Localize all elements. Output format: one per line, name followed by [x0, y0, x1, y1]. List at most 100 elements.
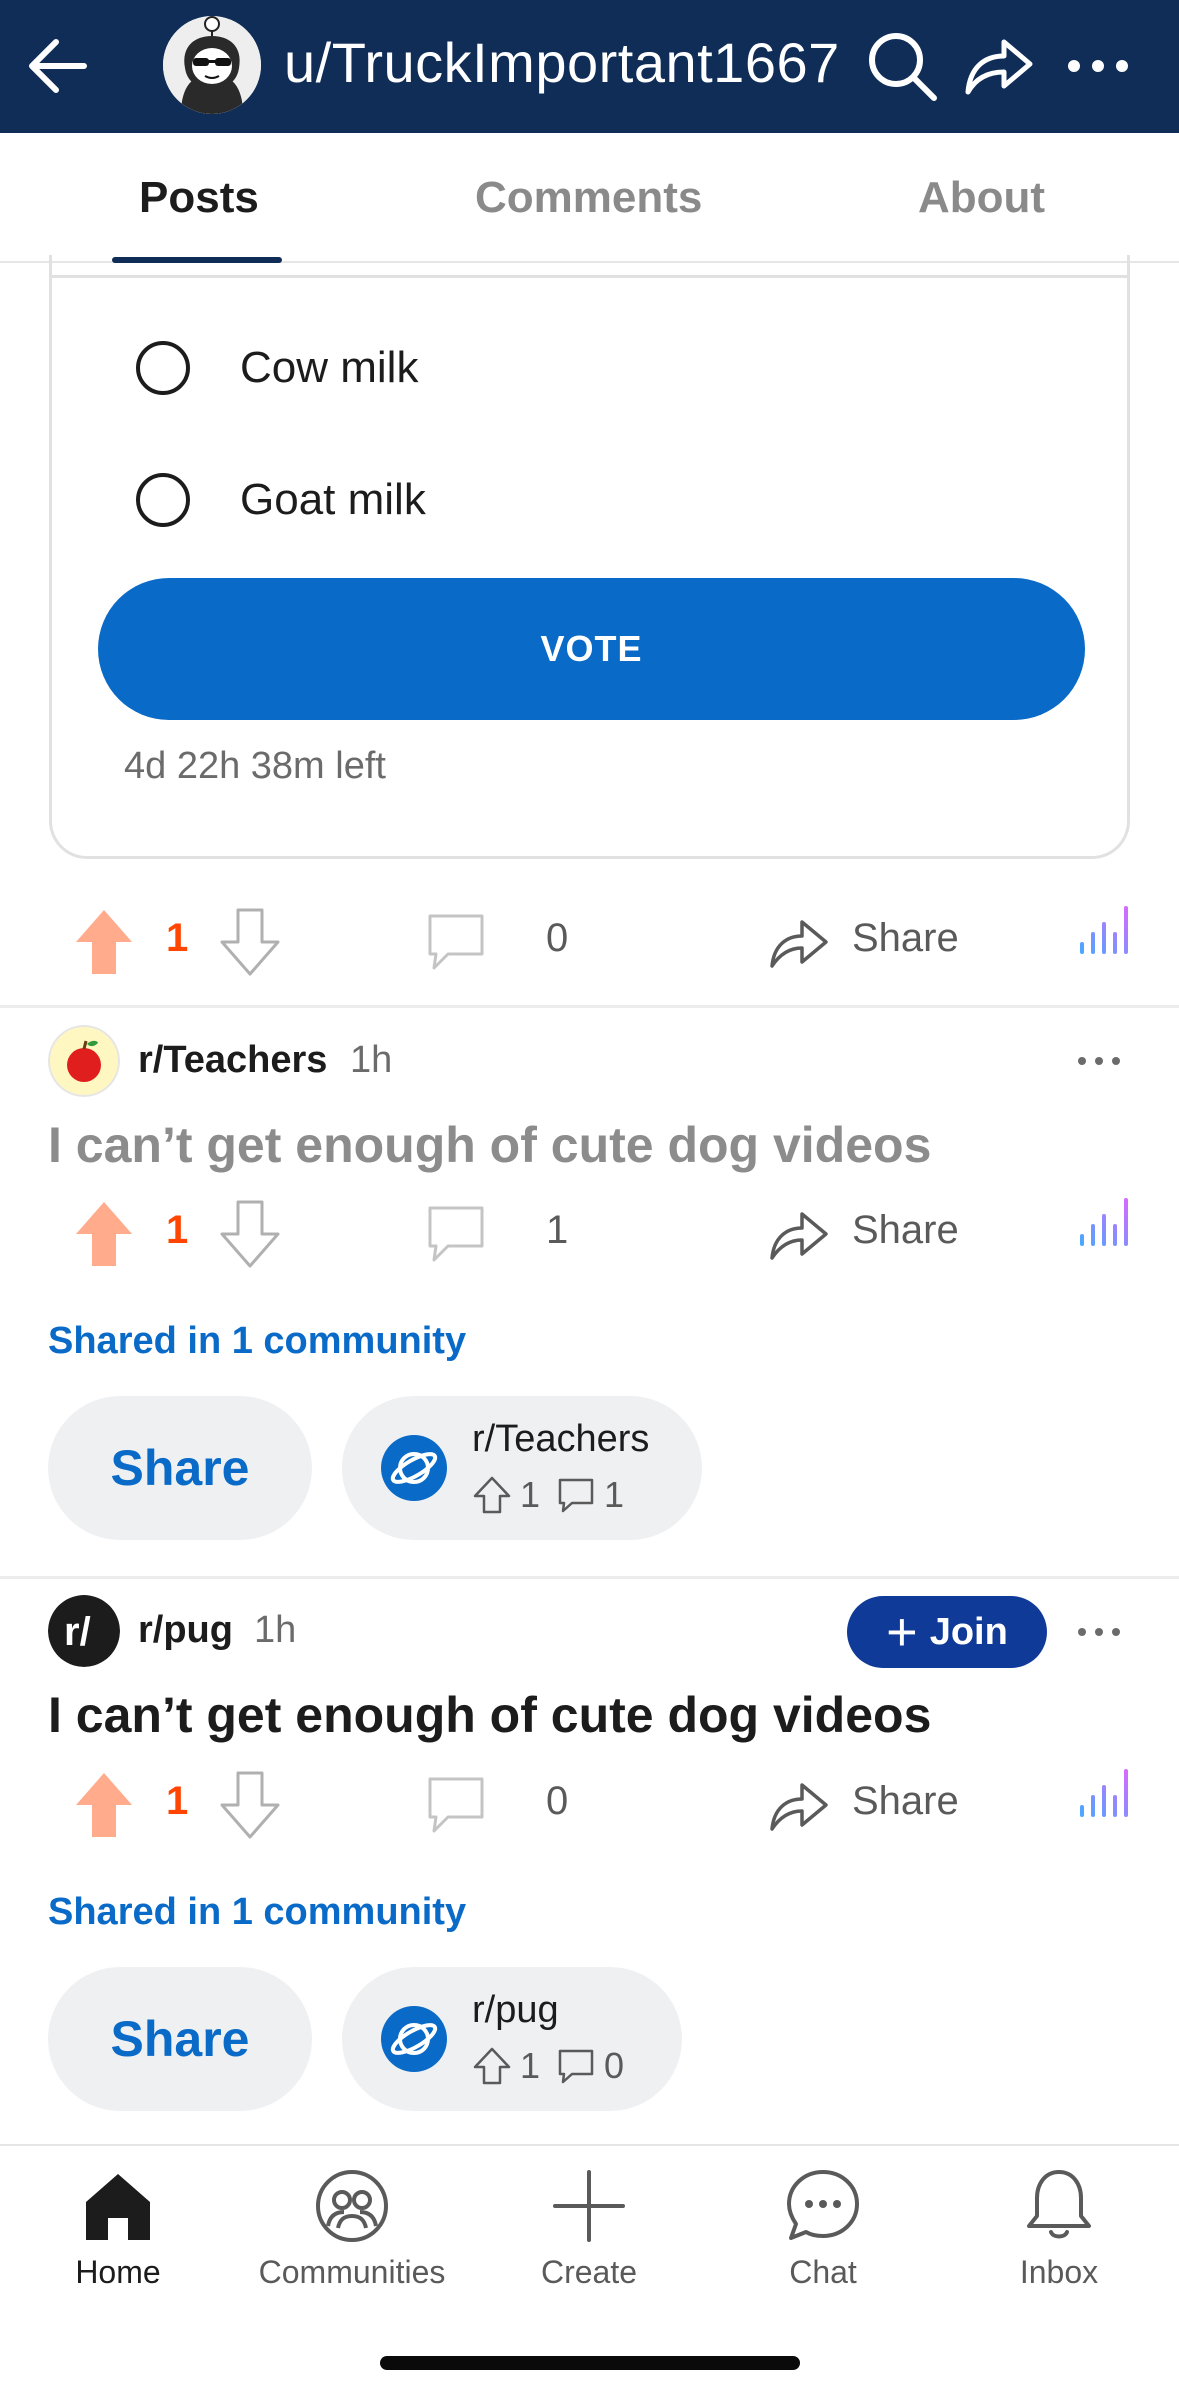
share-label[interactable]: Share [852, 1208, 959, 1253]
nav-communities[interactable]: Communities [252, 2166, 452, 2291]
subreddit-icon[interactable] [48, 1025, 120, 1097]
post-title[interactable]: I can’t get enough of cute dog videos [48, 1116, 931, 1174]
vote-count: 1 [166, 1208, 189, 1252]
post-time: 1h [254, 1609, 297, 1651]
subreddit-icon[interactable]: r/ [48, 1595, 120, 1667]
community-stats: 1 1 [472, 1474, 624, 1516]
nav-label: Home [75, 2254, 161, 2290]
nav-inbox[interactable]: Inbox [959, 2166, 1159, 2291]
tab-comments[interactable]: Comments [475, 173, 702, 223]
share-arrow-icon[interactable] [766, 910, 830, 974]
shared-in-label[interactable]: Shared in 1 community [48, 1320, 466, 1363]
community-name: r/Teachers [472, 1418, 650, 1460]
share-label[interactable]: Share [852, 1779, 959, 1824]
join-button[interactable]: + Join [847, 1596, 1047, 1668]
upvote-outline-icon [473, 1476, 511, 1514]
nav-home[interactable]: Home [18, 2166, 218, 2291]
bottom-navigation: Home Communities Create Chat Inbox [0, 2144, 1179, 2396]
comment-outline-icon [558, 1478, 594, 1513]
nav-label: Create [540, 2254, 638, 2290]
user-avatar[interactable] [163, 16, 261, 114]
share-arrow-icon[interactable] [766, 1202, 830, 1266]
comment-count: 1 [546, 1208, 569, 1252]
poll-option-label: Goat milk [240, 475, 426, 524]
shared-in-label[interactable]: Shared in 1 community [48, 1891, 466, 1934]
post-action-bar: 1 1 Share [0, 1196, 1179, 1276]
community-upvotes: 1 [520, 1474, 541, 1515]
share-button[interactable]: Share [48, 1396, 312, 1540]
community-upvotes: 1 [520, 2045, 541, 2086]
downvote-icon[interactable] [220, 1200, 280, 1268]
post-divider [0, 1005, 1179, 1008]
insights-icon[interactable] [1078, 1767, 1136, 1835]
community-stats: 1 0 [472, 2045, 624, 2087]
radio-button[interactable] [136, 341, 190, 395]
profile-tabs: Posts Comments About [0, 133, 1179, 263]
share-label[interactable]: Share [852, 916, 959, 961]
communities-icon [316, 2170, 388, 2242]
subreddit-name[interactable]: r/pug [138, 1609, 233, 1652]
insights-icon[interactable] [1078, 904, 1136, 972]
post-divider [0, 1576, 1179, 1579]
nav-label: Communities [258, 2254, 446, 2290]
nav-chat[interactable]: Chat [723, 2166, 923, 2291]
post-header: r/Teachers 1h [48, 1025, 1148, 1097]
poll-option-label: Cow milk [240, 343, 419, 392]
shared-community-card[interactable]: r/pug 1 0 [342, 1967, 682, 2111]
share-icon[interactable] [958, 26, 1038, 106]
vote-button[interactable]: VOTE [98, 578, 1085, 720]
subreddit-name[interactable]: r/Teachers [138, 1039, 327, 1082]
post-title[interactable]: I can’t get enough of cute dog videos [48, 1686, 931, 1744]
poll-card: Cow milk Goat milk VOTE 4d 22h 38m left [49, 255, 1130, 859]
nav-label: Chat [789, 2254, 857, 2290]
more-options-icon[interactable] [1074, 1622, 1124, 1642]
vote-count: 1 [166, 1779, 189, 1823]
join-label: Join [929, 1610, 1008, 1653]
home-icon [86, 2174, 150, 2240]
community-name: r/pug [472, 1989, 559, 2031]
poll-card-divider [52, 275, 1127, 278]
share-button[interactable]: Share [48, 1967, 312, 2111]
profile-username: u/TruckImportant1667 [284, 31, 840, 94]
plus-icon: + [886, 1602, 918, 1662]
comment-icon[interactable] [424, 1773, 488, 1837]
vote-count: 1 [166, 916, 189, 960]
downvote-icon[interactable] [220, 1771, 280, 1839]
profile-header: u/TruckImportant1667 [0, 0, 1179, 133]
tab-about[interactable]: About [918, 173, 1045, 223]
comment-outline-icon [558, 2049, 594, 2084]
post-action-bar: 1 0 Share [0, 904, 1179, 984]
plus-icon [553, 2170, 625, 2242]
more-options-icon[interactable] [1074, 1051, 1124, 1071]
chat-icon [787, 2170, 859, 2240]
community-comments: 0 [604, 2045, 625, 2086]
shared-community-card[interactable]: r/Teachers 1 1 [342, 1396, 702, 1540]
svg-text:r/: r/ [64, 1610, 91, 1654]
home-indicator [380, 2356, 800, 2370]
comment-icon[interactable] [424, 1202, 488, 1266]
comment-icon[interactable] [424, 910, 488, 974]
radio-button[interactable] [136, 473, 190, 527]
more-options-icon[interactable] [1058, 26, 1138, 106]
downvote-icon[interactable] [220, 908, 280, 976]
back-arrow-icon[interactable] [22, 28, 102, 108]
upvote-icon[interactable] [74, 908, 134, 976]
post-time: 1h [350, 1039, 393, 1081]
comment-count: 0 [546, 1779, 569, 1823]
comment-count: 0 [546, 916, 569, 960]
upvote-outline-icon [473, 2047, 511, 2085]
upvote-icon[interactable] [74, 1200, 134, 1268]
post-action-bar: 1 0 Share [0, 1767, 1179, 1847]
poll-time-left: 4d 22h 38m left [124, 745, 386, 787]
insights-icon[interactable] [1078, 1196, 1136, 1264]
share-arrow-icon[interactable] [766, 1773, 830, 1837]
community-planet-icon [381, 1435, 447, 1501]
upvote-icon[interactable] [74, 1771, 134, 1839]
nav-create[interactable]: Create [489, 2166, 689, 2291]
tab-posts[interactable]: Posts [139, 173, 259, 223]
poll-option-cow-milk[interactable]: Cow milk [136, 341, 418, 395]
bell-icon [1027, 2170, 1091, 2239]
search-icon[interactable] [862, 26, 942, 106]
poll-option-goat-milk[interactable]: Goat milk [136, 473, 426, 527]
community-comments: 1 [604, 1474, 625, 1515]
